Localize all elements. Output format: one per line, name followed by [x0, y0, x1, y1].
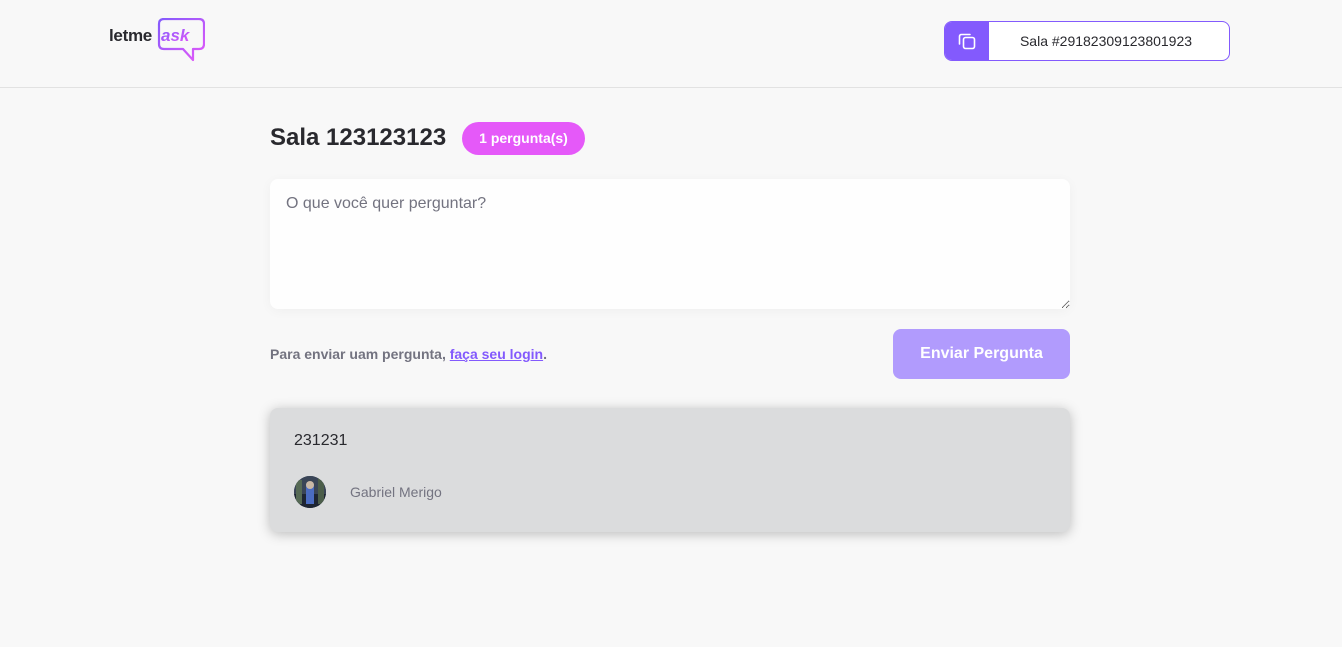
- question-card: 231231 Gabriel Merigo: [270, 408, 1070, 532]
- question-input[interactable]: [270, 179, 1070, 309]
- room-code-text: Sala #29182309123801923: [1019, 33, 1193, 49]
- logo-ask-text: ask: [161, 26, 191, 45]
- login-link[interactable]: faça seu login: [450, 346, 543, 362]
- letmeask-logo[interactable]: letme ask: [109, 18, 205, 64]
- copy-room-code-button[interactable]: Sala #29182309123801923: [944, 21, 1230, 61]
- page-title: Sala 123123123: [270, 124, 447, 151]
- question-author: Gabriel Merigo: [294, 476, 442, 508]
- question-count-badge: 1 pergunta(s): [462, 121, 585, 155]
- login-hint: Para enviar uam pergunta, faça seu login…: [270, 346, 547, 362]
- submit-question-button[interactable]: Enviar Pergunta: [893, 329, 1070, 379]
- avatar-photo-icon: [294, 476, 326, 508]
- author-name: Gabriel Merigo: [350, 484, 442, 500]
- room-title-row: Sala 123123123 1 pergunta(s): [270, 121, 585, 155]
- form-footer: Para enviar uam pergunta, faça seu login…: [270, 329, 1070, 379]
- logo-text: letme: [109, 26, 152, 45]
- question-content: 231231: [294, 432, 348, 449]
- avatar: [294, 476, 326, 508]
- login-hint-suffix: .: [543, 346, 547, 362]
- copy-icon: [958, 33, 976, 50]
- copy-icon-container: [945, 22, 989, 60]
- login-hint-text: Para enviar uam pergunta,: [270, 346, 450, 362]
- speech-bubble-logo-icon: ask: [157, 18, 205, 62]
- header: letme ask Sala #29182309123801923: [0, 0, 1342, 88]
